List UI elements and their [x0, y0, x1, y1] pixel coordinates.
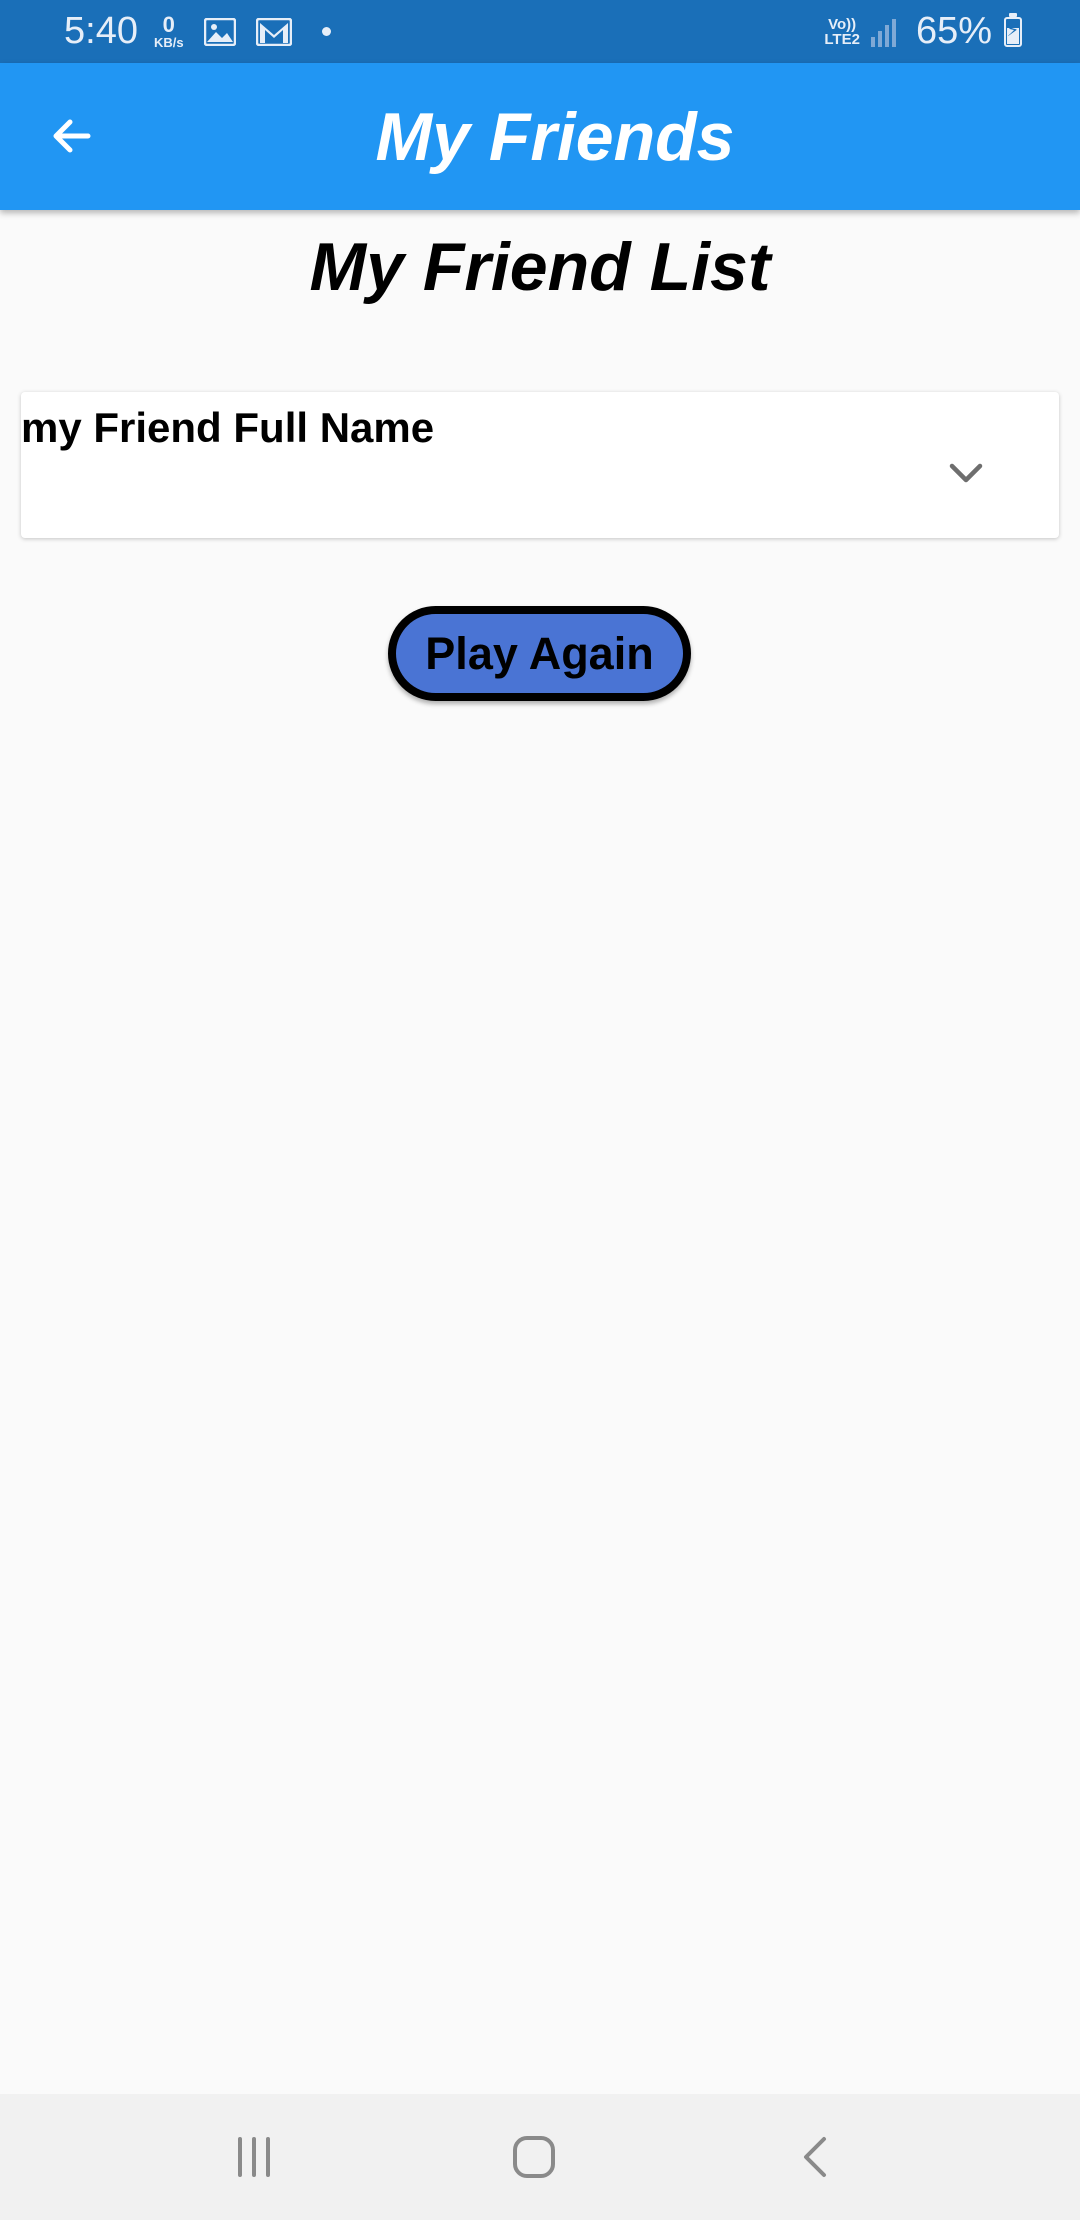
navigation-bar	[0, 2094, 1080, 2220]
lte-indicator: Vo)) LTE2	[824, 17, 860, 47]
status-time: 5:40	[64, 10, 138, 52]
recent-apps-button[interactable]	[194, 2094, 314, 2220]
status-right: Vo)) LTE2 65% ⚡	[824, 0, 1022, 63]
battery-percent: 65%	[915, 10, 992, 52]
play-again-button[interactable]: Play Again	[388, 606, 691, 701]
dot-icon	[321, 27, 331, 36]
system-back-button[interactable]	[756, 2094, 876, 2220]
home-button[interactable]	[474, 2094, 594, 2220]
status-left: 5:40 0 KB/s	[64, 0, 331, 63]
network-speed-value: 0	[162, 12, 175, 37]
battery-icon: ⚡	[1004, 12, 1022, 47]
page-heading: My Friend List	[309, 229, 771, 305]
status-bar: 5:40 0 KB/s Vo)) LTE2 65% ⚡	[0, 0, 1080, 63]
network-speed-unit: KB/s	[153, 35, 184, 50]
signal-icon	[868, 17, 896, 47]
app-bar: My Friends	[0, 63, 1080, 210]
back-icon	[804, 2137, 826, 2177]
chevron-down-icon[interactable]	[940, 447, 992, 499]
mail-icon	[255, 17, 292, 46]
friend-dropdown[interactable]: my Friend Full Name	[21, 392, 1059, 538]
recent-apps-icon	[238, 2137, 270, 2177]
lte-top: Vo))	[828, 15, 857, 33]
dropdown-label: my Friend Full Name	[21, 404, 435, 451]
gallery-icon	[203, 17, 236, 46]
app-title: My Friends	[375, 98, 735, 175]
home-icon	[513, 2136, 555, 2178]
lte-bottom: LTE2	[824, 30, 860, 48]
network-speed: 0 KB/s	[153, 12, 184, 50]
